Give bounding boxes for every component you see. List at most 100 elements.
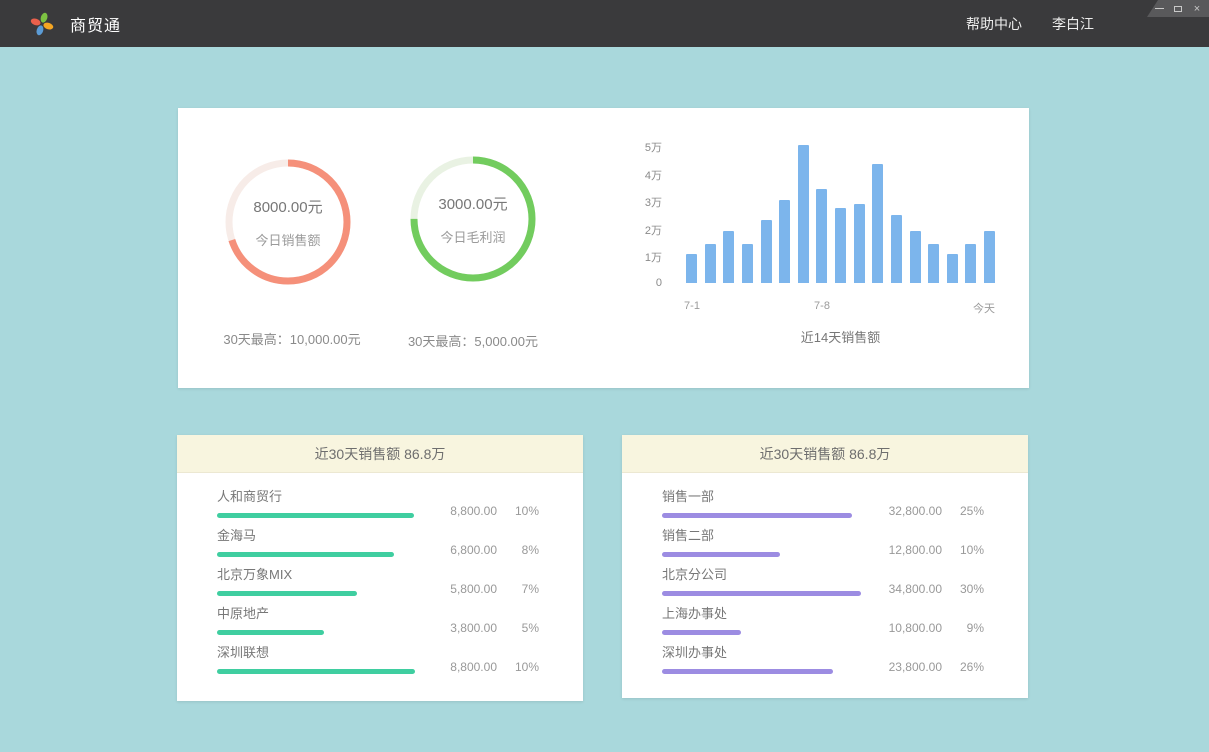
- bar: [947, 254, 958, 283]
- customer-name: 北京万象MIX: [217, 564, 427, 583]
- bar: [761, 220, 772, 283]
- bar: [854, 204, 865, 283]
- department-bar: [662, 630, 741, 635]
- list-item: 深圳办事处 23,800.00 26%: [662, 635, 984, 674]
- y-tick: 4万: [645, 167, 662, 183]
- department-percent: 9%: [942, 621, 984, 635]
- today-overview-card: 8000.00元 今日销售额 30天最高：10,000.00元 3000.00元…: [178, 108, 1029, 388]
- bar: [984, 231, 995, 283]
- department-amount: 32,800.00: [889, 504, 942, 518]
- customer-percent: 10%: [497, 504, 539, 518]
- customer-percent: 10%: [497, 660, 539, 674]
- customer-amount: 3,800.00: [450, 621, 497, 635]
- bar: [816, 189, 827, 283]
- list-item: 北京万象MIX 5,800.00 7%: [217, 557, 539, 596]
- department-percent: 10%: [942, 543, 984, 557]
- list-item: 销售一部 32,800.00 25%: [662, 479, 984, 518]
- title-bar: 商贸通 帮助中心 李白江 ×: [0, 0, 1209, 47]
- customer-bar: [217, 630, 324, 635]
- customer-ranking-card: 近30天销售额 86.8万 人和商贸行 8,800.00 10% 金海马: [177, 435, 583, 701]
- department-amount: 34,800.00: [889, 582, 942, 596]
- customer-name: 中原地产: [217, 603, 427, 622]
- bar-chart-y-axis: 5万 4万 3万 2万 1万 0: [610, 139, 662, 289]
- customer-amount: 8,800.00: [450, 660, 497, 674]
- department-ranking-list: 销售一部 32,800.00 25% 销售二部 12,800.00: [622, 473, 1028, 674]
- customer-amount: 8,800.00: [450, 504, 497, 518]
- today-profit-donut: 3000.00元 今日毛利润: [410, 156, 536, 282]
- customer-percent: 5%: [497, 621, 539, 635]
- department-percent: 26%: [942, 660, 984, 674]
- minimize-button[interactable]: [1154, 3, 1164, 15]
- bar: [910, 231, 921, 283]
- y-tick: 3万: [645, 194, 662, 210]
- bar: [798, 145, 809, 283]
- department-percent: 25%: [942, 504, 984, 518]
- customer-amount: 5,800.00: [450, 582, 497, 596]
- department-bar: [662, 669, 833, 674]
- department-amount: 12,800.00: [889, 543, 942, 557]
- department-name: 北京分公司: [662, 564, 872, 583]
- profit-30d-max-caption: 30天最高：5,000.00元: [363, 331, 583, 350]
- department-name: 销售一部: [662, 486, 872, 505]
- list-item: 中原地产 3,800.00 5%: [217, 596, 539, 635]
- x-tick: 7-1: [684, 300, 700, 312]
- department-bar: [662, 552, 780, 557]
- department-amount: 23,800.00: [889, 660, 942, 674]
- app-title: 商贸通: [70, 12, 121, 36]
- close-button[interactable]: ×: [1192, 3, 1202, 15]
- list-item: 金海马 6,800.00 8%: [217, 518, 539, 557]
- customer-name: 深圳联想: [217, 642, 427, 661]
- list-item: 销售二部 12,800.00 10%: [662, 518, 984, 557]
- customer-bar: [217, 513, 414, 518]
- bar: [928, 244, 939, 283]
- customer-bar: [217, 591, 357, 596]
- app-window: 商贸通 帮助中心 李白江 × 8000.00元 今日销售额 3: [0, 0, 1209, 752]
- department-bar: [662, 513, 852, 518]
- department-ranking-title: 近30天销售额 86.8万: [622, 435, 1028, 473]
- x-tick: 今天: [973, 300, 995, 316]
- bar: [835, 208, 846, 283]
- list-item: 上海办事处 10,800.00 9%: [662, 596, 984, 635]
- bar: [742, 244, 753, 283]
- list-item: 人和商贸行 8,800.00 10%: [217, 479, 539, 518]
- y-tick: 2万: [645, 222, 662, 238]
- today-sales-label: 今日销售额: [255, 230, 320, 249]
- customer-amount: 6,800.00: [450, 543, 497, 557]
- department-ranking-card: 近30天销售额 86.8万 销售一部 32,800.00 25% 销售二部: [622, 435, 1028, 698]
- bar-chart-x-axis: 7-1 7-8 今天: [686, 300, 995, 314]
- bar: [891, 215, 902, 283]
- customer-ranking-title: 近30天销售额 86.8万: [177, 435, 583, 473]
- customer-ranking-list: 人和商贸行 8,800.00 10% 金海马 6,800.00: [177, 473, 583, 674]
- customer-percent: 8%: [497, 543, 539, 557]
- y-tick: 0: [656, 277, 662, 289]
- department-name: 上海办事处: [662, 603, 872, 622]
- customer-name: 金海马: [217, 525, 427, 544]
- department-percent: 30%: [942, 582, 984, 596]
- maximize-button[interactable]: [1173, 3, 1183, 15]
- bar-chart-bars: [686, 145, 995, 283]
- bar: [965, 244, 976, 283]
- y-tick: 1万: [645, 249, 662, 265]
- customer-bar: [217, 552, 394, 557]
- customer-percent: 7%: [497, 582, 539, 596]
- y-tick: 5万: [645, 139, 662, 155]
- department-name: 深圳办事处: [662, 642, 872, 661]
- today-profit-label: 今日毛利润: [440, 227, 505, 246]
- list-item: 深圳联想 8,800.00 10%: [217, 635, 539, 674]
- x-tick: 7-8: [814, 300, 830, 312]
- list-item: 北京分公司 34,800.00 30%: [662, 557, 984, 596]
- user-name-link[interactable]: 李白江: [1052, 14, 1094, 34]
- bar: [872, 164, 883, 283]
- department-name: 销售二部: [662, 525, 872, 544]
- department-amount: 10,800.00: [889, 621, 942, 635]
- today-sales-value: 8000.00元: [253, 196, 322, 217]
- bar: [723, 231, 734, 283]
- today-profit-value: 3000.00元: [438, 193, 507, 214]
- bar-chart-title: 近14天销售额: [686, 327, 995, 346]
- bar: [686, 254, 697, 283]
- today-sales-donut: 8000.00元 今日销售额: [225, 159, 351, 285]
- department-bar: [662, 591, 861, 596]
- help-center-link[interactable]: 帮助中心: [966, 14, 1022, 34]
- bar: [779, 200, 790, 283]
- app-logo-icon: [28, 10, 56, 38]
